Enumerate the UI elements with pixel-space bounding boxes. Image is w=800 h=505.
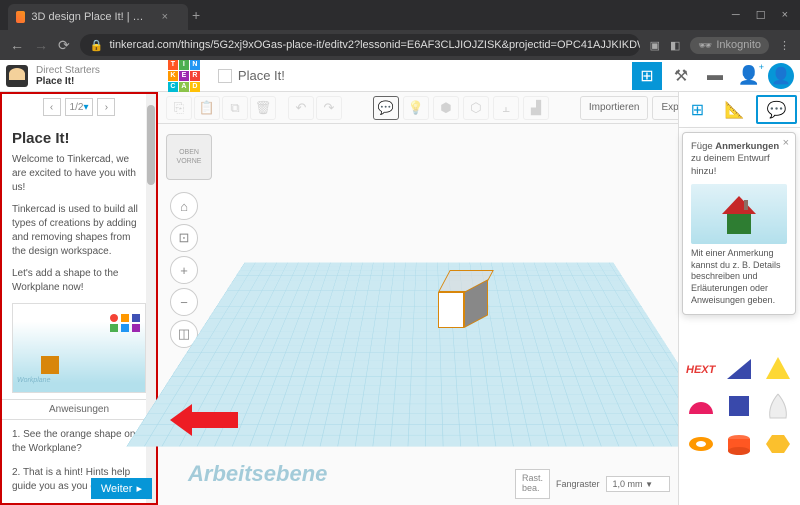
project-name[interactable]: Place It! <box>218 68 285 83</box>
duplicate-button[interactable]: ⧉ <box>222 96 248 120</box>
shape-text[interactable]: HEXT <box>685 352 717 384</box>
bricks-button[interactable]: ▬ <box>700 62 730 90</box>
edit-grid-button[interactable]: Rast.bea. <box>515 469 550 499</box>
lesson-title: Place It! <box>12 130 146 147</box>
popup-body: Mit einer Anmerkung kannst du z. B. Deta… <box>691 248 787 306</box>
shape-paraboloid[interactable] <box>762 390 794 422</box>
workplane-watermark: Arbeitsebene <box>188 461 327 487</box>
undo-button[interactable]: ↶ <box>288 96 314 120</box>
page-indicator: 1/2▾ <box>65 98 94 116</box>
workplane[interactable]: Arbeitsebene <box>188 134 670 495</box>
reload-icon[interactable]: ⟳ <box>58 37 70 54</box>
incognito-icon: 🕶 <box>698 39 712 52</box>
hint-cube-shape[interactable] <box>438 270 488 330</box>
next-button-label: Weiter <box>101 483 133 495</box>
shape-wedge[interactable] <box>723 352 755 384</box>
tinkercad-mascot[interactable] <box>6 65 28 87</box>
notes-tab[interactable]: 💬 <box>756 95 797 124</box>
tinkercad-logo[interactable]: TINKERCAD <box>168 60 200 92</box>
ungroup-button[interactable]: ⬡ <box>463 96 489 120</box>
maximize-icon[interactable]: ☐ <box>756 9 766 22</box>
paste-button[interactable]: 📋 <box>194 96 220 120</box>
import-button[interactable]: Importieren <box>580 96 649 120</box>
page-next-button[interactable]: › <box>97 98 115 116</box>
shape-halfsphere[interactable] <box>685 390 717 422</box>
back-icon[interactable]: ← <box>10 37 24 53</box>
close-window-icon[interactable]: × <box>782 9 788 22</box>
lock-icon: 🔒 <box>90 39 104 52</box>
browser-tab[interactable]: 3D design Place It! | Tinkercad × <box>8 4 188 30</box>
chevron-right-icon: ▸ <box>136 482 142 495</box>
popup-preview-image <box>691 184 787 244</box>
menu-icon[interactable]: ⋮ <box>779 39 790 52</box>
align-button[interactable]: ⫠ <box>493 96 519 120</box>
mirror-button[interactable]: ▟ <box>523 96 549 120</box>
minimize-icon[interactable]: ─ <box>732 9 740 22</box>
page-prev-button[interactable]: ‹ <box>43 98 61 116</box>
snap-label: Fangraster <box>556 479 600 489</box>
app-header: Direct Starters Place It! TINKERCAD Plac… <box>0 60 800 92</box>
favicon <box>16 11 25 23</box>
new-tab-button[interactable]: + <box>192 7 200 23</box>
popup-title: Füge Anmerkungen zu deinem Entwurf hinzu… <box>691 141 787 178</box>
extension-icon[interactable]: ▣ <box>650 39 660 52</box>
shape-hexagon[interactable] <box>762 428 794 460</box>
chevron-down-icon: ▼ <box>645 480 653 489</box>
add-user-button[interactable]: 👤+ <box>734 62 764 90</box>
annotation-arrow <box>170 402 240 438</box>
breadcrumb-current: Place It! <box>36 76 100 87</box>
lesson-intro-1: Welcome to Tinkercad, we are excited to … <box>12 153 146 195</box>
grid-snap-controls: Rast.bea. Fangraster 1,0 mm ▼ <box>515 469 670 499</box>
lesson-preview-image: Workplane <box>12 303 146 393</box>
incognito-label: Inkognito <box>716 39 761 51</box>
blocks-button[interactable]: ⚒ <box>666 62 696 90</box>
notes-toggle[interactable]: 💬 <box>373 96 399 120</box>
forward-icon[interactable]: → <box>34 37 48 53</box>
panel-tabs: ⊞ 📐 💬 <box>679 92 800 128</box>
close-icon[interactable]: × <box>783 137 789 149</box>
shape-torus[interactable] <box>685 428 717 460</box>
url-bar: ← → ⟳ 🔒 tinkercad.com/things/5G2xj9xOGas… <box>0 30 800 60</box>
browser-tab-bar: 3D design Place It! | Tinkercad × + ─ ☐ … <box>0 0 800 30</box>
url-input[interactable]: 🔒 tinkercad.com/things/5G2xj9xOGas-place… <box>80 34 640 56</box>
redo-button[interactable]: ↷ <box>316 96 342 120</box>
avatar[interactable]: 👤 <box>768 63 794 89</box>
shape-box[interactable] <box>723 390 755 422</box>
lesson-intro-2: Tinkercad is used to build all types of … <box>12 203 146 259</box>
workplane-tab[interactable]: ⊞ <box>679 92 716 127</box>
snap-grid-select[interactable]: 1,0 mm ▼ <box>606 476 670 492</box>
visibility-button[interactable]: 💡 <box>403 96 429 120</box>
shape-pyramid[interactable] <box>762 352 794 384</box>
speech-icon: 💬 <box>767 100 787 120</box>
design-canvas[interactable]: ⎘ 📋 ⧉ 🗑 ↶ ↷ 💬 💡 ⬢ ⬡ ⫠ ▟ Importieren Expo… <box>158 92 800 505</box>
breadcrumb-parent[interactable]: Direct Starters <box>36 65 100 76</box>
grid-view-button[interactable]: ⊞ <box>632 62 662 90</box>
grid-icon: ⊞ <box>691 100 704 120</box>
instructions-heading: Anweisungen <box>2 399 156 420</box>
shape-tube[interactable] <box>723 428 755 460</box>
next-button[interactable]: Weiter ▸ <box>91 478 152 499</box>
annotation-popup: × Füge Anmerkungen zu deinem Entwurf hin… <box>682 132 796 315</box>
incognito-badge: 🕶 Inkognito <box>690 37 769 54</box>
svg-text:HEXT: HEXT <box>686 364 716 376</box>
lesson-page-nav: ‹ 1/2▾ › <box>2 94 156 120</box>
lesson-step-1: 1. See the orange shape on the Workplane… <box>12 428 146 456</box>
close-tab-icon[interactable]: × <box>162 11 168 23</box>
tab-title: 3D design Place It! | Tinkercad <box>31 11 147 23</box>
extension-icon-2[interactable]: ◧ <box>670 39 680 52</box>
shapes-library: HEXT <box>685 352 794 460</box>
project-name-text: Place It! <box>238 68 285 83</box>
ruler-icon: 📐 <box>725 100 745 120</box>
breadcrumb: Direct Starters Place It! <box>36 65 100 87</box>
url-text: tinkercad.com/things/5G2xj9xOGas-place-i… <box>109 39 639 51</box>
group-button[interactable]: ⬢ <box>433 96 459 120</box>
delete-button[interactable]: 🗑 <box>250 96 276 120</box>
lesson-intro-3: Let's add a shape to the Workplane now! <box>12 267 146 295</box>
edit-icon[interactable] <box>218 69 232 83</box>
ruler-tab[interactable]: 📐 <box>716 92 753 127</box>
copy-button[interactable]: ⎘ <box>166 96 192 120</box>
